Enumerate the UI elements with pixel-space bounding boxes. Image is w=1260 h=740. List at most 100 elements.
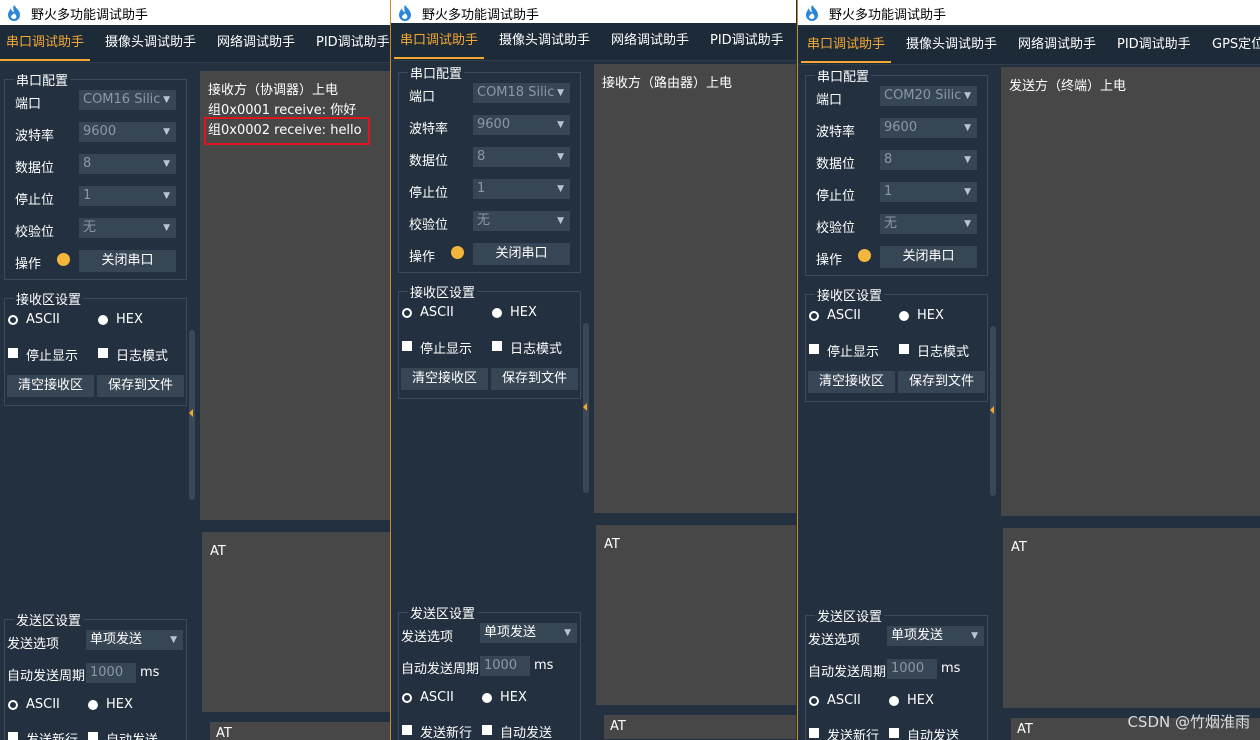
- splitter-handle-icon[interactable]: [189, 409, 193, 417]
- send-ascii-radio[interactable]: [402, 693, 412, 703]
- baud-select[interactable]: 9600 ▼: [473, 115, 570, 135]
- ascii-radio[interactable]: [8, 315, 18, 325]
- stop-display-checkbox[interactable]: [402, 341, 412, 351]
- receive-area[interactable]: 接收方（路由器）上电: [594, 64, 796, 513]
- send-hex-radio[interactable]: [889, 696, 899, 706]
- tab-camera[interactable]: 摄像头调试助手: [900, 27, 1003, 63]
- tab-serial[interactable]: 串口调试助手: [801, 27, 892, 63]
- period-input[interactable]: 1000: [887, 659, 937, 679]
- tab-serial[interactable]: 串口调试助手: [0, 25, 91, 61]
- send-newline-checkbox[interactable]: [402, 725, 412, 735]
- splitter-handle-icon[interactable]: [583, 403, 587, 411]
- close-port-button[interactable]: 关闭串口: [79, 250, 176, 272]
- chevron-down-icon: ▼: [163, 127, 170, 137]
- chevron-down-icon: ▼: [557, 120, 564, 130]
- tab-network[interactable]: 网络调试助手: [211, 25, 301, 61]
- port-select[interactable]: COM20 Silic ▼: [880, 86, 977, 106]
- hex-label: HEX: [510, 305, 537, 320]
- databits-select[interactable]: 8 ▼: [473, 147, 570, 167]
- send-option-label: 发送选项: [401, 630, 454, 645]
- tab-pid[interactable]: PID调试助手: [1111, 27, 1197, 63]
- stop-display-checkbox[interactable]: [8, 348, 18, 358]
- parity-select[interactable]: 无 ▼: [473, 211, 570, 231]
- tab-network[interactable]: 网络调试助手: [605, 23, 695, 59]
- baud-select[interactable]: 9600 ▼: [880, 118, 977, 138]
- ascii-radio[interactable]: [809, 311, 819, 321]
- hex-radio[interactable]: [98, 315, 108, 325]
- window-2: 野火多功能调试助手 串口调试助手 摄像头调试助手 网络调试助手 PID调试助手 …: [391, 0, 796, 740]
- port-select[interactable]: COM18 Silic ▼: [473, 83, 570, 103]
- send-newline-checkbox[interactable]: [809, 728, 819, 738]
- save-file-button[interactable]: 保存到文件: [97, 375, 184, 397]
- log-mode-checkbox[interactable]: [899, 344, 909, 354]
- tab-bar: 串口调试助手 摄像头调试助手 网络调试助手 PID调试助手: [0, 25, 390, 63]
- send-hex-radio[interactable]: [88, 700, 98, 710]
- parity-select[interactable]: 无 ▼: [880, 214, 977, 234]
- save-file-button[interactable]: 保存到文件: [491, 368, 578, 390]
- port-select[interactable]: COM16 Silic ▼: [79, 90, 176, 110]
- send-option-select[interactable]: 单项发送 ▼: [480, 623, 577, 643]
- auto-send-checkbox[interactable]: [88, 732, 98, 740]
- send-hex-label: HEX: [500, 690, 527, 705]
- parity-select[interactable]: 无 ▼: [79, 218, 176, 238]
- auto-send-checkbox[interactable]: [889, 728, 899, 738]
- tab-camera[interactable]: 摄像头调试助手: [99, 25, 202, 61]
- stop-display-label: 停止显示: [827, 345, 880, 360]
- chevron-down-icon: ▼: [557, 216, 564, 226]
- send-ascii-radio[interactable]: [8, 700, 18, 710]
- receive-area[interactable]: 发送方（终端）上电: [1001, 67, 1260, 516]
- databits-select[interactable]: 8 ▼: [79, 154, 176, 174]
- app-title: 野火多功能调试助手: [829, 8, 947, 23]
- ascii-label: ASCII: [420, 305, 454, 320]
- send-hex-radio[interactable]: [482, 693, 492, 703]
- auto-send-checkbox[interactable]: [482, 725, 492, 735]
- send-newline-checkbox[interactable]: [8, 732, 18, 740]
- send-text: AT: [1011, 540, 1027, 555]
- tab-camera[interactable]: 摄像头调试助手: [493, 23, 596, 59]
- send-area[interactable]: AT: [1003, 528, 1260, 708]
- tab-serial[interactable]: 串口调试助手: [394, 23, 485, 59]
- tab-pid[interactable]: PID调试助手: [310, 25, 390, 61]
- close-port-button[interactable]: 关闭串口: [880, 246, 977, 268]
- send-line-input[interactable]: AT: [604, 715, 796, 739]
- recv-settings-title: 接收区设置: [815, 285, 885, 304]
- send-option-select[interactable]: 单项发送 ▼: [887, 626, 984, 646]
- parity-label: 校验位: [15, 225, 55, 240]
- tab-pid[interactable]: PID调试助手: [704, 23, 790, 59]
- send-ascii-radio[interactable]: [809, 696, 819, 706]
- window-3: 野火多功能调试助手 串口调试助手 摄像头调试助手 网络调试助手 PID调试助手 …: [798, 0, 1260, 740]
- period-input[interactable]: 1000: [86, 663, 136, 683]
- tab-gps[interactable]: GPS定位: [1206, 27, 1260, 63]
- send-newline-label: 发送新行: [26, 729, 78, 740]
- chevron-down-icon: ▼: [964, 123, 971, 133]
- close-port-button[interactable]: 关闭串口: [473, 243, 570, 265]
- databits-select[interactable]: 8 ▼: [880, 150, 977, 170]
- flame-logo-icon: [806, 5, 818, 21]
- hex-radio[interactable]: [899, 311, 909, 321]
- stop-display-checkbox[interactable]: [809, 344, 819, 354]
- send-option-select[interactable]: 单项发送 ▼: [86, 630, 183, 650]
- stopbits-select[interactable]: 1 ▼: [880, 182, 977, 202]
- send-area[interactable]: AT: [596, 525, 796, 705]
- log-mode-checkbox[interactable]: [98, 348, 108, 358]
- ascii-radio[interactable]: [402, 308, 412, 318]
- save-file-button[interactable]: 保存到文件: [898, 371, 985, 393]
- send-ascii-label: ASCII: [827, 693, 861, 708]
- clear-recv-button[interactable]: 清空接收区: [808, 371, 895, 393]
- status-indicator: [451, 246, 464, 259]
- baud-select[interactable]: 9600 ▼: [79, 122, 176, 142]
- send-line-input[interactable]: AT: [210, 722, 390, 740]
- send-area[interactable]: AT: [202, 532, 390, 712]
- recv-settings-title: 接收区设置: [408, 282, 478, 301]
- log-mode-checkbox[interactable]: [492, 341, 502, 351]
- port-label: 端口: [409, 90, 436, 105]
- clear-recv-button[interactable]: 清空接收区: [7, 375, 94, 397]
- hex-radio[interactable]: [492, 308, 502, 318]
- splitter-handle-icon[interactable]: [990, 406, 994, 414]
- status-indicator: [57, 253, 70, 266]
- period-input[interactable]: 1000: [480, 656, 530, 676]
- stopbits-select[interactable]: 1 ▼: [473, 179, 570, 199]
- clear-recv-button[interactable]: 清空接收区: [401, 368, 488, 390]
- stopbits-select[interactable]: 1 ▼: [79, 186, 176, 206]
- tab-network[interactable]: 网络调试助手: [1012, 27, 1102, 63]
